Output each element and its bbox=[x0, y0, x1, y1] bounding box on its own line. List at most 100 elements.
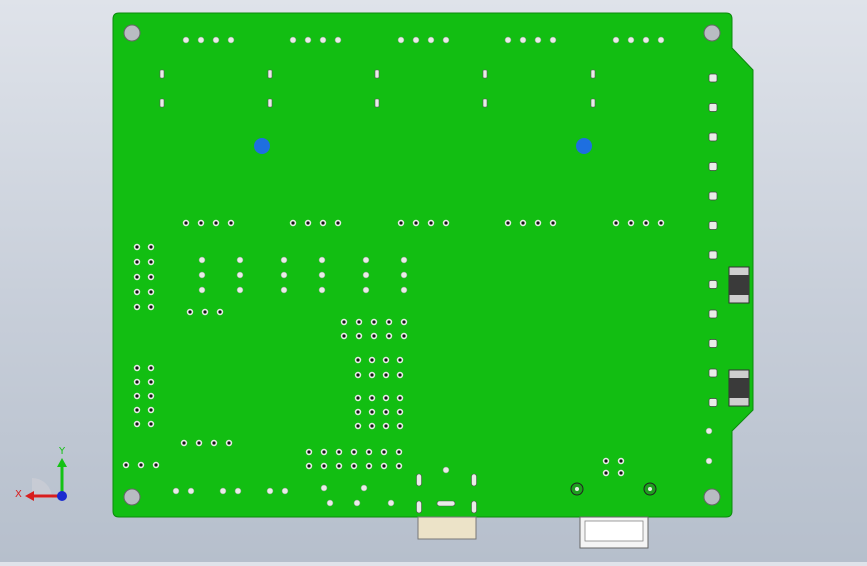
via-hole bbox=[551, 221, 555, 225]
via-hole bbox=[322, 464, 326, 468]
usb-connector bbox=[417, 516, 477, 540]
solder-pad bbox=[400, 271, 408, 279]
via-hole bbox=[139, 463, 143, 467]
y-axis-label: Y bbox=[58, 446, 66, 457]
solder-pad bbox=[280, 271, 288, 279]
edge-pin-pad bbox=[708, 250, 718, 260]
via-hole bbox=[135, 408, 139, 412]
x-axis-label: X bbox=[15, 489, 22, 500]
solder-pad bbox=[280, 256, 288, 264]
via-hole bbox=[521, 221, 525, 225]
via-hole bbox=[229, 221, 233, 225]
smd-pad bbox=[159, 98, 165, 108]
via-hole bbox=[306, 221, 310, 225]
solder-pad bbox=[172, 487, 180, 495]
via-hole bbox=[384, 373, 388, 377]
mounting-hole bbox=[703, 24, 721, 42]
via-hole bbox=[149, 260, 153, 264]
via-hole bbox=[402, 334, 406, 338]
solder-pad bbox=[334, 36, 342, 44]
solder-pad bbox=[289, 36, 297, 44]
via-hole bbox=[149, 394, 153, 398]
via-hole bbox=[659, 221, 663, 225]
edge-pin-pad bbox=[708, 339, 718, 348]
via-hole bbox=[357, 334, 361, 338]
pcb-model-view[interactable] bbox=[0, 0, 867, 562]
via-hole bbox=[352, 464, 356, 468]
edge-pin-pad bbox=[708, 191, 718, 201]
via-hole bbox=[372, 334, 376, 338]
solder-pad bbox=[427, 36, 435, 44]
solder-pad bbox=[319, 36, 327, 44]
solder-pad bbox=[442, 466, 450, 474]
via-hole bbox=[197, 441, 201, 445]
via-hole bbox=[370, 396, 374, 400]
mounting-hole bbox=[703, 488, 721, 506]
via-hole bbox=[398, 373, 402, 377]
via-hole bbox=[135, 275, 139, 279]
via-hole bbox=[149, 275, 153, 279]
smd-pad bbox=[374, 98, 380, 108]
mounting-hole bbox=[123, 24, 141, 42]
via-hole bbox=[604, 459, 608, 463]
via-hole bbox=[384, 396, 388, 400]
via-hole bbox=[218, 310, 222, 314]
via-hole bbox=[387, 320, 391, 324]
via-hole bbox=[342, 320, 346, 324]
via-hole bbox=[429, 221, 433, 225]
via-hole bbox=[398, 396, 402, 400]
usb-shield-pad bbox=[416, 500, 422, 514]
via-hole bbox=[384, 424, 388, 428]
via-hole bbox=[372, 320, 376, 324]
via-hole bbox=[342, 334, 346, 338]
solder-pad bbox=[236, 286, 244, 294]
pcb-board[interactable] bbox=[112, 12, 754, 518]
cad-viewport[interactable]: Y X bbox=[0, 0, 867, 562]
via-hole bbox=[536, 221, 540, 225]
solder-pad bbox=[236, 271, 244, 279]
via-hole bbox=[203, 310, 207, 314]
solder-pad bbox=[266, 487, 274, 495]
via-hole bbox=[619, 459, 623, 463]
via-hole bbox=[370, 410, 374, 414]
solder-pad bbox=[304, 36, 312, 44]
solder-pad bbox=[657, 36, 665, 44]
solder-pad bbox=[318, 286, 326, 294]
usb-shield-pad bbox=[416, 473, 422, 487]
via-hole bbox=[356, 373, 360, 377]
via-hole bbox=[382, 450, 386, 454]
solder-pad bbox=[187, 487, 195, 495]
via-hole bbox=[291, 221, 295, 225]
via-hole bbox=[135, 380, 139, 384]
smd-pad bbox=[590, 69, 596, 79]
via-hole bbox=[124, 463, 128, 467]
solder-pad bbox=[212, 36, 220, 44]
via-hole bbox=[614, 221, 618, 225]
via-hole bbox=[322, 450, 326, 454]
via-hole bbox=[149, 422, 153, 426]
solder-pad bbox=[326, 499, 334, 507]
via-hole bbox=[382, 464, 386, 468]
edge-pin-pad bbox=[708, 162, 718, 171]
via-hole bbox=[135, 290, 139, 294]
y-axis-arrow bbox=[57, 458, 67, 467]
edge-pin-pad bbox=[708, 309, 718, 319]
z-axis-dot bbox=[57, 491, 67, 501]
solder-pad bbox=[442, 36, 450, 44]
crystal-hole bbox=[648, 487, 652, 491]
via-hole bbox=[370, 424, 374, 428]
solder-pad bbox=[280, 286, 288, 294]
via-hole bbox=[337, 450, 341, 454]
via-hole bbox=[199, 221, 203, 225]
crystal-hole bbox=[575, 487, 579, 491]
solder-pad bbox=[198, 286, 206, 294]
via-hole bbox=[154, 463, 158, 467]
solder-pad bbox=[360, 484, 368, 492]
via-hole bbox=[337, 464, 341, 468]
via-hole bbox=[367, 464, 371, 468]
edge-pin-pad bbox=[708, 103, 718, 112]
via-hole bbox=[399, 221, 403, 225]
usb-pad bbox=[436, 500, 456, 507]
via-hole bbox=[149, 305, 153, 309]
solder-pad bbox=[227, 36, 235, 44]
